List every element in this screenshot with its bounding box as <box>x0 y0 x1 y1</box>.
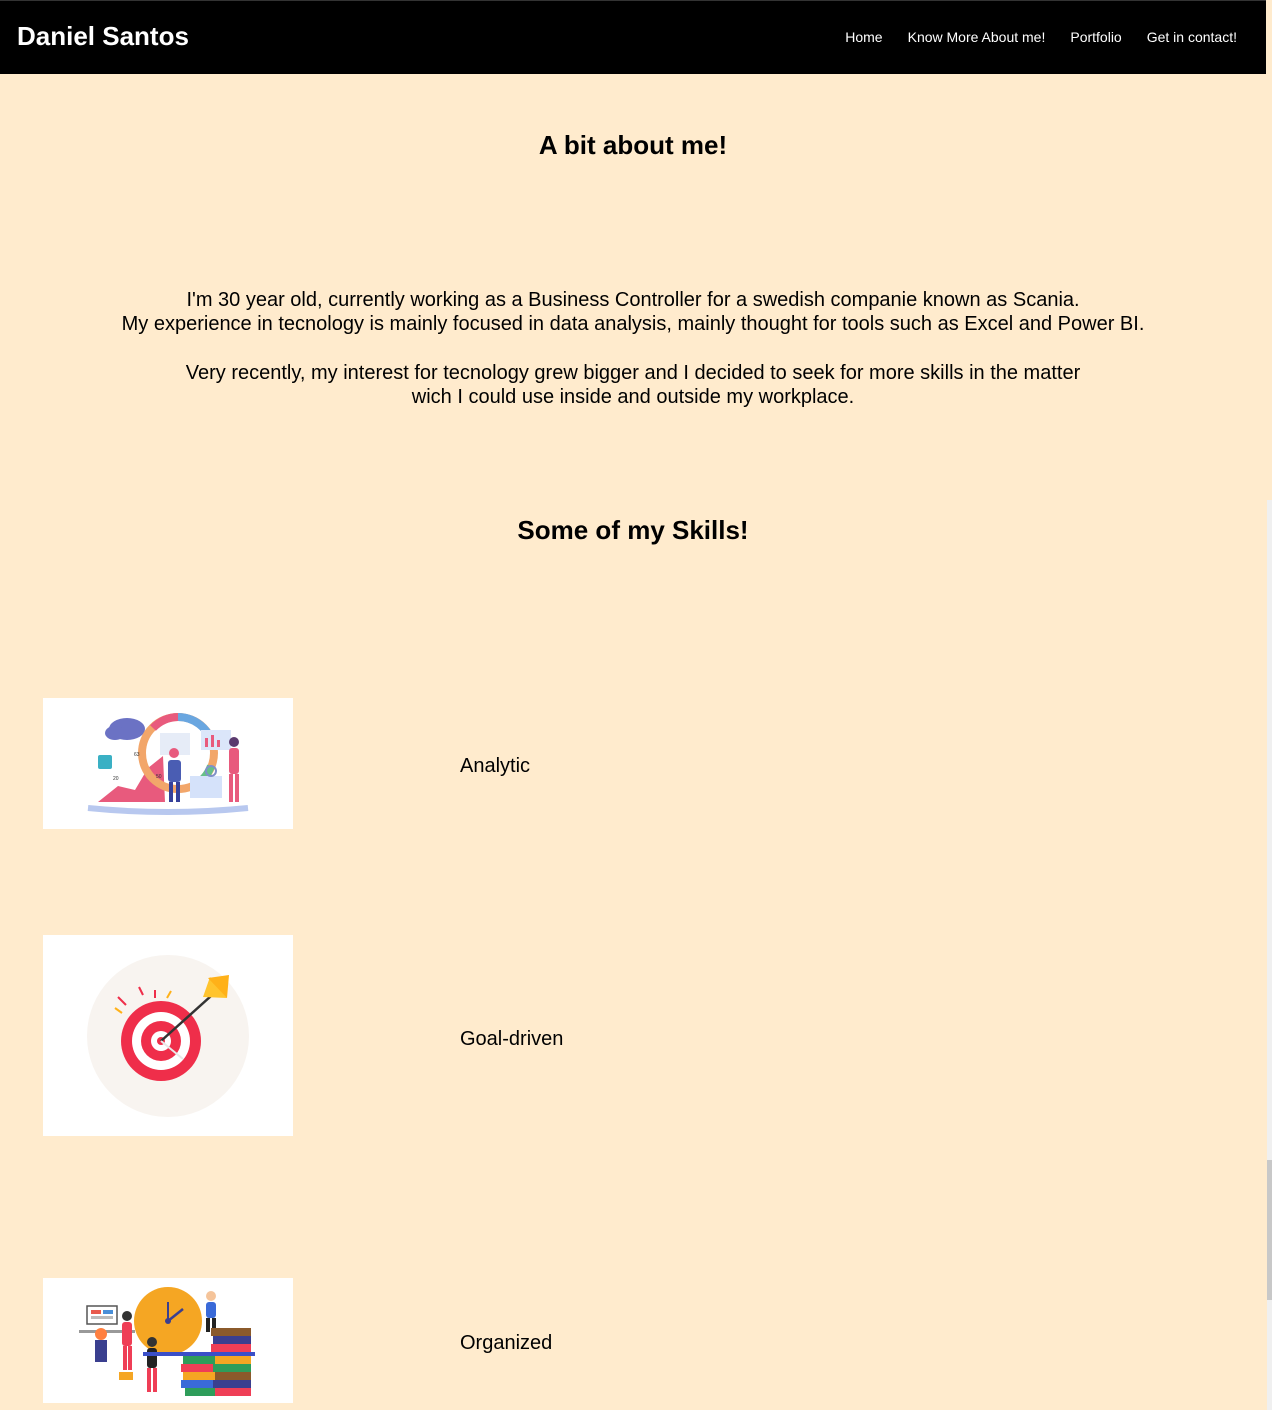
svg-text:50: 50 <box>156 774 162 780</box>
about-paragraph-2: Very recently, my interest for tecnology… <box>0 361 1266 410</box>
about-line: My experience in tecnology is mainly foc… <box>121 313 1145 336</box>
nav-link-portfolio[interactable]: Portfolio <box>1070 29 1121 45</box>
skill-label-analytic: Analytic <box>460 755 531 777</box>
about-text: I'm 30 year old, currently working as a … <box>0 288 1266 409</box>
nav-link-about[interactable]: Know More About me! <box>908 29 1046 45</box>
about-line: Very recently, my interest for tecnology… <box>185 361 1081 384</box>
about-line: I'm 30 year old, currently working as a … <box>186 289 1080 311</box>
about-paragraph-1: I'm 30 year old, currently working as a … <box>0 288 1266 337</box>
svg-text:63: 63 <box>134 752 140 758</box>
analytics-illustration-icon: 63 20 50 <box>43 698 293 829</box>
skill-label-goal-driven: Goal-driven <box>460 1028 564 1050</box>
main-nav: Home Know More About me! Portfolio Get i… <box>845 29 1237 45</box>
nav-link-home[interactable]: Home <box>845 29 882 45</box>
about-line: wich I could use inside and outside my w… <box>411 385 855 408</box>
top-navbar: Daniel Santos Home Know More About me! P… <box>0 0 1266 74</box>
svg-text:20: 20 <box>113 776 119 782</box>
about-heading: A bit about me! <box>538 130 728 160</box>
nav-link-contact[interactable]: Get in contact! <box>1147 29 1237 45</box>
skill-label-organized: Organized <box>460 1332 553 1354</box>
scrollbar-thumb[interactable] <box>1267 1160 1272 1300</box>
site-brand[interactable]: Daniel Santos <box>17 21 189 52</box>
skills-heading: Some of my Skills! <box>517 515 749 545</box>
organization-illustration-icon <box>43 1278 293 1403</box>
target-illustration-icon <box>43 935 293 1136</box>
